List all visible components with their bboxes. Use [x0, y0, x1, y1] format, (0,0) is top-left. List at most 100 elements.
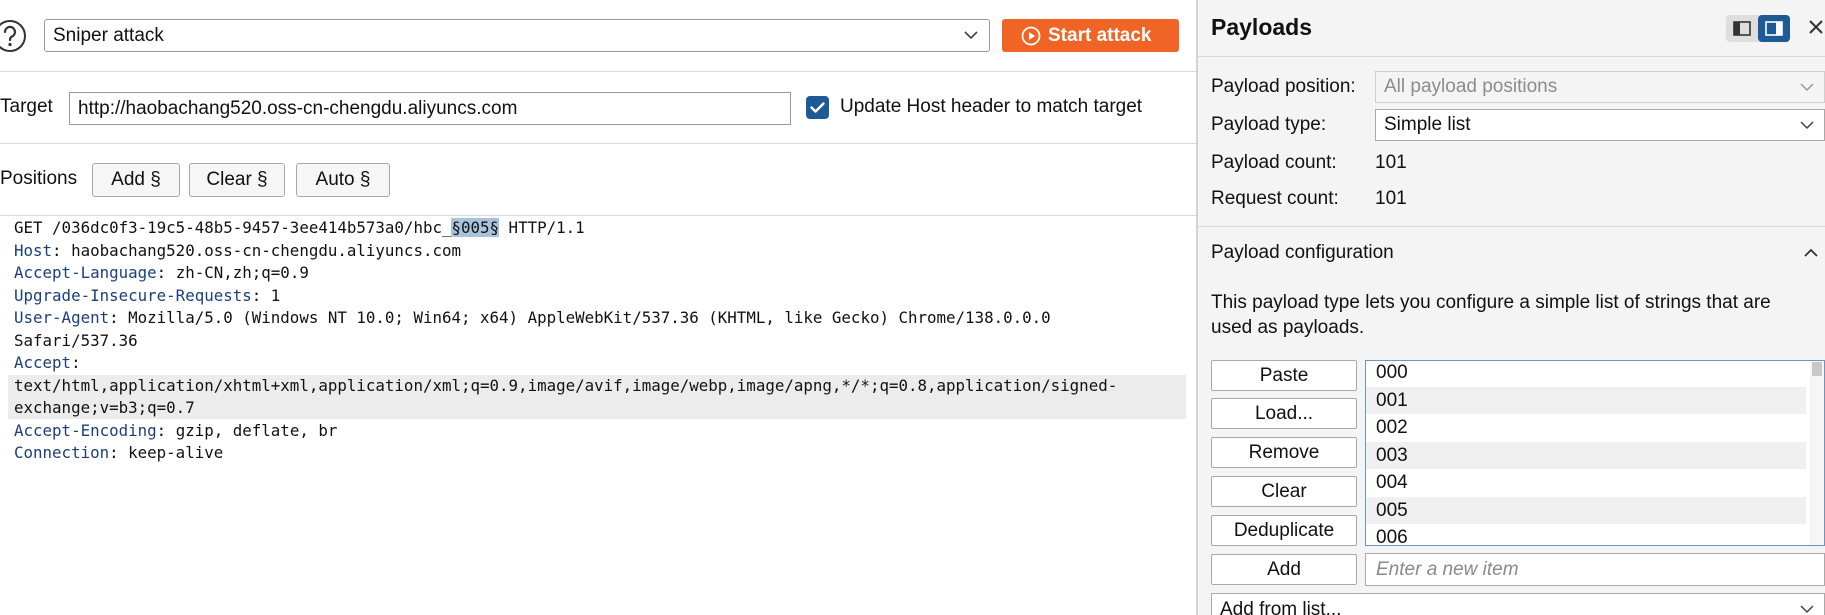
add-from-list-select[interactable]: Add from list...	[1211, 593, 1825, 615]
chevron-down-icon	[1800, 605, 1814, 614]
header-value: :	[71, 353, 81, 372]
start-attack-button[interactable]: Start attack	[1002, 19, 1179, 52]
close-icon[interactable]	[1806, 14, 1824, 42]
payload-type-select[interactable]: Simple list	[1375, 109, 1825, 141]
request-count-label: Request count:	[1211, 188, 1339, 209]
payloads-panel: Payloads Payload position: All payload p…	[1198, 0, 1825, 615]
list-item[interactable]: 005	[1366, 496, 1806, 524]
request-editor[interactable]: GET /036dc0f3-19c5-48b5-9457-3ee414b573a…	[0, 217, 1196, 615]
add-marker-button[interactable]: Add §	[92, 163, 180, 197]
attack-type-row: Sniper attack Start attack	[0, 0, 1196, 72]
remove-label: Remove	[1248, 442, 1320, 463]
payload-marker[interactable]: §005§	[451, 218, 500, 237]
remove-button[interactable]: Remove	[1211, 437, 1357, 468]
paste-button[interactable]: Paste	[1211, 360, 1357, 391]
header-value: : gzip, deflate, br	[156, 420, 338, 440]
list-item[interactable]: 003	[1366, 441, 1806, 469]
payload-position-select[interactable]: All payload positions	[1375, 71, 1825, 103]
chevron-up-icon[interactable]	[1801, 241, 1821, 265]
divider	[1198, 226, 1825, 227]
payloads-title: Payloads	[1211, 14, 1312, 40]
positions-label: Positions	[0, 168, 78, 189]
header-line: Upgrade-Insecure-Requests: 1	[14, 285, 280, 307]
clear-markers-label: Clear §	[206, 169, 268, 190]
load-button[interactable]: Load...	[1211, 398, 1357, 429]
payload-type-label: Payload type:	[1211, 114, 1327, 135]
layout-toggle	[1726, 15, 1790, 42]
layout-sidebar-left-icon	[1733, 21, 1751, 36]
header-continuation: text/html,application/xhtml+xml,applicat…	[14, 375, 1117, 397]
list-item[interactable]: 004	[1366, 469, 1806, 497]
header-value: : haobachang520.oss-cn-chengdu.aliyuncs.…	[52, 240, 461, 260]
chevron-down-icon	[964, 31, 978, 40]
list-item[interactable]: 000	[1366, 361, 1806, 387]
divider	[1198, 56, 1825, 57]
target-row: Target http://haobachang520.oss-cn-cheng…	[0, 72, 1196, 144]
header-line: Connection: keep-alive	[14, 442, 223, 464]
auto-markers-label: Auto §	[315, 169, 371, 190]
header-line: User-Agent: Mozilla/5.0 (Windows NT 10.0…	[14, 307, 1051, 329]
chevron-down-icon	[1800, 121, 1814, 130]
payload-list[interactable]: 000 001 002 003 004 005 006	[1365, 360, 1825, 546]
layout-left-button[interactable]	[1726, 15, 1758, 42]
target-url-input[interactable]: http://haobachang520.oss-cn-chengdu.aliy…	[69, 92, 791, 125]
attack-type-value: Sniper attack	[53, 25, 164, 46]
list-scrollbar[interactable]	[1810, 361, 1824, 545]
header-key: Accept-Language	[14, 263, 157, 282]
payload-position-label: Payload position:	[1211, 76, 1356, 97]
paste-label: Paste	[1259, 365, 1309, 386]
header-key: User-Agent	[14, 308, 110, 327]
update-host-checkbox[interactable]	[806, 96, 829, 119]
play-circle-icon	[1021, 26, 1041, 46]
layout-right-button[interactable]	[1758, 15, 1790, 42]
request-line-protocol: HTTP/1.1	[499, 218, 585, 237]
list-item[interactable]: 002	[1366, 414, 1806, 442]
header-line: Accept:	[14, 352, 81, 374]
layout-sidebar-right-icon	[1765, 21, 1783, 36]
new-item-input[interactable]: Enter a new item	[1365, 553, 1825, 586]
scrollbar-thumb[interactable]	[1812, 362, 1822, 376]
attack-type-select[interactable]: Sniper attack	[44, 19, 990, 52]
payload-position-value: All payload positions	[1384, 76, 1558, 97]
update-host-label: Update Host header to match target	[840, 96, 1143, 117]
checkmark-icon	[810, 102, 825, 113]
list-item[interactable]: 006	[1366, 524, 1806, 545]
payload-type-value: Simple list	[1384, 114, 1471, 135]
clear-markers-button[interactable]: Clear §	[189, 163, 285, 197]
payload-config-title[interactable]: Payload configuration	[1211, 242, 1394, 264]
header-value: : zh-CN,zh;q=0.9	[156, 263, 309, 282]
add-item-button[interactable]: Add	[1211, 554, 1357, 585]
header-key: Accept-Encoding	[14, 420, 157, 440]
help-icon[interactable]	[0, 18, 28, 54]
target-label: Target	[0, 96, 53, 117]
add-item-label: Add	[1267, 559, 1301, 580]
header-key: Upgrade-Insecure-Requests	[14, 285, 252, 305]
new-item-placeholder: Enter a new item	[1376, 559, 1519, 580]
request-count-value: 101	[1375, 188, 1407, 209]
payload-config-description: This payload type lets you configure a s…	[1211, 292, 1771, 338]
request-line: GET /036dc0f3-19c5-48b5-9457-3ee414b573a…	[14, 217, 585, 239]
add-from-list-value: Add from list...	[1220, 599, 1342, 615]
load-label: Load...	[1254, 403, 1314, 424]
payload-count-label: Payload count:	[1211, 152, 1337, 173]
deduplicate-label: Deduplicate	[1233, 520, 1335, 541]
header-value: : keep-alive	[109, 443, 224, 462]
clear-button[interactable]: Clear	[1211, 476, 1357, 507]
deduplicate-button[interactable]: Deduplicate	[1211, 515, 1357, 546]
add-marker-label: Add §	[111, 169, 161, 190]
attack-config-pane: Sniper attack Start attack Target http:/…	[0, 0, 1196, 615]
header-value: : 1	[251, 285, 281, 305]
start-attack-label: Start attack	[1048, 25, 1152, 46]
header-value: Safari/537.36	[14, 330, 138, 350]
header-continuation: exchange;v=b3;q=0.7	[14, 397, 195, 419]
header-line: Accept-Language: zh-CN,zh;q=0.9	[14, 262, 309, 284]
header-key: Host	[14, 240, 53, 260]
header-key: Accept	[14, 353, 72, 372]
header-value: text/html,application/xhtml+xml,applicat…	[14, 375, 1118, 395]
request-line-path: GET /036dc0f3-19c5-48b5-9457-3ee414b573a…	[14, 218, 452, 237]
clear-label: Clear	[1261, 481, 1307, 502]
header-value: : Mozilla/5.0 (Windows NT 10.0; Win64; x…	[109, 308, 1051, 327]
chevron-down-icon	[1800, 83, 1814, 92]
list-item[interactable]: 001	[1366, 386, 1806, 414]
auto-markers-button[interactable]: Auto §	[296, 163, 390, 197]
